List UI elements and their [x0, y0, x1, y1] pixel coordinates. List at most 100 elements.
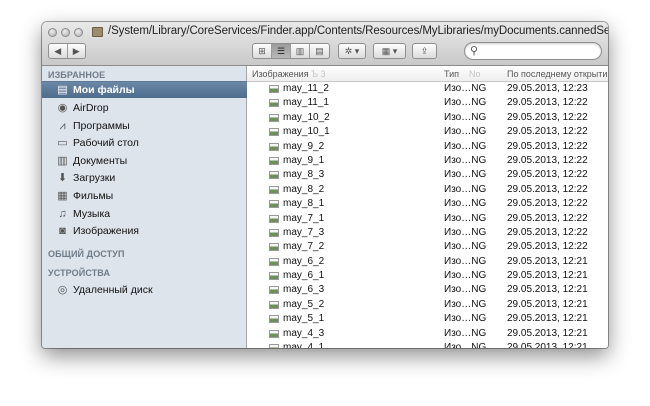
- close-window-button[interactable]: [48, 28, 57, 37]
- table-row[interactable]: may_5_1 Изо…NG 29.05.2013, 12:21: [247, 312, 608, 326]
- png-file-icon: [269, 344, 279, 348]
- table-row[interactable]: may_6_3 Изо…NG 29.05.2013, 12:21: [247, 283, 608, 297]
- date-column-header[interactable]: По последнему открыти: [507, 69, 607, 79]
- file-type: Изо…NG: [444, 284, 487, 296]
- type-column-drag-ghost: Nо: [469, 69, 481, 79]
- all-my-files-icon: ▤: [57, 84, 68, 96]
- sidebar-item-all-my-files[interactable]: ▤ Мои файлы: [42, 81, 247, 98]
- search-input[interactable]: [483, 44, 595, 58]
- file-type: Изо…NG: [444, 313, 487, 325]
- file-name: may_7_1: [283, 212, 325, 224]
- png-file-icon: [269, 113, 279, 122]
- minimize-window-button[interactable]: [61, 28, 70, 37]
- table-row[interactable]: may_11_1 Изо…NG 29.05.2013, 12:22: [247, 96, 608, 110]
- remote-disc-icon: ◎: [57, 283, 68, 296]
- share-button[interactable]: ⇪: [412, 43, 437, 59]
- png-file-icon: [269, 228, 279, 237]
- sidebar-item-documents[interactable]: ▥ Документы: [42, 152, 247, 169]
- sidebar-item-movies[interactable]: ▦ Фильмы: [42, 187, 247, 204]
- sidebar-item-desktop[interactable]: ▭ Рабочий стол: [42, 134, 247, 151]
- file-type: Изо…NG: [444, 97, 487, 109]
- airdrop-icon: ◉: [57, 101, 68, 114]
- file-date: 29.05.2013, 12:21: [507, 284, 588, 296]
- applications-icon: ⩘: [59, 119, 66, 132]
- table-row[interactable]: may_8_1 Изо…NG 29.05.2013, 12:22: [247, 197, 608, 211]
- file-type: Изо…NG: [444, 327, 487, 339]
- png-file-icon: [269, 329, 279, 338]
- file-type: Изо…NG: [444, 342, 487, 348]
- table-row[interactable]: may_8_3 Изо…NG 29.05.2013, 12:22: [247, 168, 608, 182]
- file-date: 29.05.2013, 12:23: [507, 83, 588, 94]
- table-row[interactable]: may_8_2 Изо…NG 29.05.2013, 12:22: [247, 183, 608, 197]
- shared-header: ОБЩИЙ ДОСТУП: [48, 249, 125, 259]
- table-row[interactable]: may_9_2 Изо…NG 29.05.2013, 12:22: [247, 140, 608, 154]
- list-view-button[interactable]: ☰: [272, 44, 291, 58]
- table-row[interactable]: may_5_2 Изо…NG 29.05.2013, 12:21: [247, 298, 608, 312]
- sidebar-item-music[interactable]: ♫ Музыка: [42, 205, 247, 222]
- png-file-icon: [269, 257, 279, 266]
- file-type: Изо…NG: [444, 111, 487, 123]
- downloads-icon: ⬇: [57, 171, 68, 184]
- sidebar-item-remote-disc[interactable]: ◎ Удаленный диск: [42, 281, 247, 298]
- table-row[interactable]: may_10_1 Изо…NG 29.05.2013, 12:22: [247, 125, 608, 139]
- sidebar-item-airdrop[interactable]: ◉ AirDrop: [42, 99, 247, 116]
- column-view-button[interactable]: ▥: [291, 44, 310, 58]
- file-type: Изо…NG: [444, 270, 487, 282]
- name-column-drag-ghost: Ъ 3: [311, 69, 326, 79]
- file-type: Изо…NG: [444, 298, 487, 310]
- search-icon: ⚲: [470, 45, 479, 57]
- file-type: Изо…NG: [444, 169, 487, 181]
- sidebar-item-downloads[interactable]: ⬇ Загрузки: [42, 169, 247, 186]
- sidebar-item-pictures[interactable]: ◙ Изображения: [42, 222, 247, 239]
- table-row[interactable]: may_7_2 Изо…NG 29.05.2013, 12:22: [247, 240, 608, 254]
- file-date: 29.05.2013, 12:22: [507, 169, 588, 181]
- file-date: 29.05.2013, 12:22: [507, 226, 588, 238]
- movies-icon: ▦: [57, 189, 68, 202]
- search-field[interactable]: ⚲: [464, 42, 602, 60]
- png-file-icon: [269, 156, 279, 165]
- back-button[interactable]: ◀: [49, 44, 68, 58]
- png-file-icon: [269, 200, 279, 209]
- forward-button[interactable]: ▶: [68, 44, 86, 58]
- window-controls: [48, 28, 83, 37]
- table-row[interactable]: may_6_2 Изо…NG 29.05.2013, 12:21: [247, 255, 608, 269]
- png-file-icon: [269, 128, 279, 137]
- table-row[interactable]: may_10_2 Изо…NG 29.05.2013, 12:22: [247, 111, 608, 125]
- file-name: may_10_2: [283, 111, 330, 123]
- file-name: may_5_1: [283, 313, 325, 325]
- table-row[interactable]: may_4_1 Изо…NG 29.05.2013, 12:21: [247, 341, 608, 348]
- file-date: 29.05.2013, 12:22: [507, 154, 588, 166]
- title-bar: /System/Library/CoreServices/Finder.app/…: [42, 22, 608, 66]
- arrange-menu-button[interactable]: ▦ ▾: [373, 43, 406, 59]
- music-icon: ♫: [58, 207, 67, 220]
- file-name: may_8_3: [283, 169, 325, 181]
- cover-flow-view-button[interactable]: ▤: [310, 44, 329, 58]
- table-row[interactable]: may_7_3 Изо…NG 29.05.2013, 12:22: [247, 226, 608, 240]
- action-menu-button[interactable]: ✲ ▾: [338, 43, 366, 59]
- name-column-header[interactable]: Изображения: [252, 69, 309, 79]
- table-row[interactable]: may_9_1 Изо…NG 29.05.2013, 12:22: [247, 154, 608, 168]
- table-row[interactable]: may_11_2 Изо…NG 29.05.2013, 12:23: [247, 82, 608, 96]
- file-type: Изо…NG: [444, 198, 487, 210]
- table-row[interactable]: may_4_3 Изо…NG 29.05.2013, 12:21: [247, 327, 608, 341]
- png-file-icon: [269, 315, 279, 324]
- icon-view-button[interactable]: ⊞: [253, 44, 272, 58]
- file-rows: may_11_2 Изо…NG 29.05.2013, 12:23 may_11_1 И…: [247, 82, 608, 348]
- file-type: Изо…NG: [444, 140, 487, 152]
- table-row[interactable]: may_7_1 Изо…NG 29.05.2013, 12:22: [247, 212, 608, 226]
- file-date: 29.05.2013, 12:22: [507, 212, 588, 224]
- png-file-icon: [269, 99, 279, 108]
- sidebar-item-applications[interactable]: ⩘ Программы: [42, 117, 247, 134]
- desktop-icon: ▭: [57, 136, 68, 149]
- png-file-icon: [269, 171, 279, 180]
- table-row[interactable]: may_6_1 Изо…NG 29.05.2013, 12:21: [247, 269, 608, 283]
- pictures-icon: ◙: [59, 224, 66, 237]
- folder-icon: [92, 27, 103, 37]
- file-date: 29.05.2013, 12:21: [507, 313, 588, 325]
- type-column-header[interactable]: Тип: [444, 69, 459, 79]
- zoom-window-button[interactable]: [74, 28, 83, 37]
- file-type: Изо…NG: [444, 83, 487, 94]
- file-date: 29.05.2013, 12:22: [507, 111, 588, 123]
- png-file-icon: [269, 214, 279, 223]
- file-date: 29.05.2013, 12:22: [507, 198, 588, 210]
